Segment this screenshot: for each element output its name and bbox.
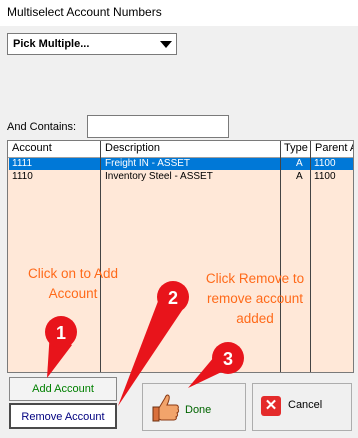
remove-account-button[interactable]: Remove Account [9,403,117,429]
close-icon: ✕ [261,396,281,416]
annotation-add: Click on to Add Account [14,264,132,304]
column-header-description[interactable]: Description [105,142,160,154]
annotation-add-line-1: Click on to Add [27,266,119,281]
column-header-account[interactable]: Account [12,142,52,154]
cell-parent: 1100 [314,158,336,169]
dropdown-arrow-icon[interactable] [160,41,172,48]
table-row[interactable]: 1111 Freight IN - ASSET A 1100 [9,158,353,170]
annotation-remove-line-1: Click Remove to [205,271,305,286]
annotation-remove-line-2: remove account [206,291,304,306]
annotation-add-line-2: Account [48,286,98,301]
cell-account: 1111 [12,158,33,169]
column-header-parent[interactable]: Parent A [315,142,353,154]
cell-account: 1110 [12,171,33,182]
contains-input[interactable] [87,115,229,138]
cancel-label: Cancel [288,399,323,411]
accounts-grid[interactable]: Account Description Type Parent A 1111 F… [7,140,354,373]
column-header-type[interactable]: Type [284,142,308,154]
table-row[interactable]: 1110 Inventory Steel - ASSET A 1100 [9,171,353,183]
contains-label: And Contains: [7,121,77,133]
cell-type: A [296,158,303,169]
cell-type: A [296,171,303,182]
filter-dropdown-value: Pick Multiple... [13,38,90,50]
annotation-remove: Click Remove to remove account added [192,269,318,329]
annotation-remove-line-3: added [236,311,274,326]
done-label: Done [185,404,212,416]
column-divider [310,141,311,372]
cell-description: Freight IN - ASSET [105,158,191,169]
column-divider [280,141,281,372]
cancel-button[interactable]: ✕ Cancel [252,383,352,431]
done-button[interactable]: Done [142,383,246,431]
thumbs-up-icon [152,394,180,422]
column-divider [100,141,101,372]
cell-description: Inventory Steel - ASSET [105,171,213,182]
window-title: Multiselect Account Numbers [7,5,162,19]
add-account-button[interactable]: Add Account [9,377,117,401]
cell-parent: 1100 [314,171,336,182]
grid-header: Account Description Type Parent A [8,141,353,158]
title-bar: Multiselect Account Numbers [0,0,358,26]
filter-dropdown[interactable]: Pick Multiple... [7,33,177,55]
